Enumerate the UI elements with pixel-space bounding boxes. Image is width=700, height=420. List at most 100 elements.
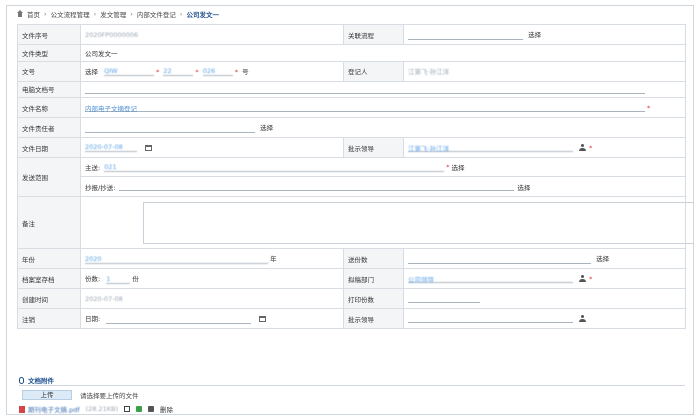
scope-cc-label: 抄报/抄送: <box>85 183 116 192</box>
wen-hao-select-link[interactable]: 选择 <box>85 68 98 76</box>
scope-cell: 主送: 021 * 选择 抄报/抄送: 选择 <box>80 157 686 197</box>
approver-cell: 江第飞·孙江洋 * <box>403 137 686 158</box>
created-cell: 2020-07-08 <box>80 288 344 309</box>
breadcrumb-item[interactable]: 内部文件登记 <box>137 9 176 19</box>
attachments-header: 文档附件 <box>19 376 685 386</box>
scope-cc-input[interactable] <box>119 182 515 191</box>
related-flow-select-link[interactable]: 选择 <box>528 31 541 39</box>
wen-hao-suffix: 号 <box>242 67 249 76</box>
upload-hint: 请选择要上传的文件 <box>80 391 139 400</box>
doc-no-value: 2020FP0000006 <box>85 30 139 39</box>
remark-cell <box>80 196 693 249</box>
pdf-file-icon <box>19 405 25 413</box>
year-input[interactable]: 2020 <box>85 255 268 264</box>
preview-icon[interactable] <box>124 406 131 412</box>
doc-date-cell: 2020-07-08 <box>80 137 344 158</box>
label-wen-hao: 文号 <box>17 60 81 82</box>
reply-dept-cell: 公司领导 * <box>403 268 686 289</box>
row-archive: 档案室存档 份数: 1 份 拟稿部门 公司领导 * <box>17 268 686 289</box>
remark-textarea[interactable] <box>143 201 693 244</box>
row-cancel: 注销 日期: 批示领导 <box>17 308 686 329</box>
registrar-value: 江第飞·孙江洋 <box>408 68 450 76</box>
attachment-file-size: (28.21KB) <box>85 405 119 413</box>
scope-main-select-link[interactable]: 选择 <box>451 162 464 172</box>
doc-title-cell: 内部电子文摘登记 * <box>80 97 686 118</box>
label-doc-no: 文件序号 <box>17 24 81 45</box>
label-responsible: 文件责任者 <box>17 117 81 138</box>
registrar-cell: 江第飞·孙江洋 <box>403 60 686 82</box>
row-created: 创建时间 2020-07-08 打印份数 <box>17 288 686 309</box>
year-unit: 年 <box>270 255 277 264</box>
doc-date-input[interactable]: 2020-07-08 <box>85 143 137 152</box>
responsible-select-link[interactable]: 选择 <box>260 124 273 132</box>
approver-input[interactable]: 江第飞·孙江洋 <box>408 143 573 153</box>
responsible-cell: 选择 <box>80 117 686 138</box>
scope-cc-row: 抄报/抄送: 选择 <box>81 177 685 196</box>
copies-cell: 选择 <box>403 248 686 269</box>
breadcrumb-home[interactable]: 首页 <box>27 9 40 19</box>
print-copies-input[interactable] <box>408 294 480 303</box>
label-copies: 送份数 <box>343 248 404 269</box>
breadcrumb-item[interactable]: 公文流程管理 <box>51 9 90 19</box>
breadcrumb-separator: › <box>93 10 97 18</box>
archive-copies-input[interactable]: 1 <box>106 275 131 284</box>
required-mark: * <box>647 103 651 112</box>
row-e-doc-no: 电脑文档号 <box>17 80 686 98</box>
reply-dept-input[interactable]: 公司领导 <box>408 274 573 284</box>
scope-main-label: 主送: <box>85 164 101 172</box>
breadcrumb-separator: › <box>179 10 183 18</box>
breadcrumb: 首页 › 公文流程管理 › 发文管理 › 内部文件登记 › 公司发文一 <box>7 6 693 22</box>
main-frame: 首页 › 公文流程管理 › 发文管理 › 内部文件登记 › 公司发文一 文件序号… <box>6 5 694 415</box>
calendar-icon[interactable] <box>145 144 153 151</box>
cancel-cell: 日期: <box>80 308 344 329</box>
label-remark: 备注 <box>17 196 81 249</box>
attachments-section: 文档附件 上传 请选择要上传的文件 期刊电子文摘.pdf (28.21KB) 删… <box>19 376 685 414</box>
cancel-date-input[interactable] <box>106 315 252 324</box>
wen-hao-cell: 选择 QIW * 22 * 026 * 号 <box>80 60 344 82</box>
wen-hao-input-2[interactable]: 22 <box>163 67 194 77</box>
label-scope: 发送范围 <box>17 157 81 197</box>
print-copies-cell <box>403 288 686 309</box>
user-picker-icon[interactable] <box>579 144 587 151</box>
breadcrumb-separator: › <box>130 10 133 18</box>
archive-copies-label: 份数: <box>85 275 101 284</box>
responsible-input[interactable] <box>85 124 255 133</box>
approver2-cell <box>403 308 686 329</box>
required-mark: * <box>156 67 160 76</box>
approver2-input[interactable] <box>408 314 573 323</box>
label-reply-dept: 拟稿部门 <box>343 268 404 289</box>
copies-select-link[interactable]: 选择 <box>596 255 609 263</box>
related-flow-cell: 选择 <box>403 24 686 45</box>
wen-hao-input-1[interactable]: QIW <box>104 67 155 77</box>
user-picker-icon[interactable] <box>579 275 587 282</box>
required-mark: * <box>195 67 199 76</box>
e-doc-no-input[interactable] <box>85 85 645 94</box>
document-form: 文件序号 2020FP0000006 关联流程 选择 文件类型 公司发文一 文号… <box>17 24 693 329</box>
archive-copies-unit: 份 <box>132 275 139 284</box>
breadcrumb-current: 公司发文一 <box>186 11 219 19</box>
required-mark: * <box>234 67 238 76</box>
related-flow-input[interactable] <box>408 31 523 40</box>
attachment-file-name[interactable]: 期刊电子文摘.pdf <box>28 404 80 414</box>
scope-cc-select-link[interactable]: 选择 <box>517 182 530 192</box>
cancel-date-label: 日期: <box>85 315 101 324</box>
user-picker-icon[interactable] <box>579 315 587 322</box>
attachments-title: 文档附件 <box>28 377 54 385</box>
scope-main-input[interactable]: 021 <box>104 163 445 172</box>
breadcrumb-item[interactable]: 发文管理 <box>100 9 126 19</box>
label-cancel: 注销 <box>17 308 81 329</box>
label-related-flow: 关联流程 <box>343 24 404 45</box>
upload-button[interactable]: 上传 <box>22 389 72 400</box>
doc-title-input[interactable]: 内部电子文摘登记 <box>85 103 645 113</box>
delete-link[interactable]: 删除 <box>160 404 173 414</box>
download-icon[interactable] <box>136 406 143 412</box>
wen-hao-input-3[interactable]: 026 <box>202 67 233 77</box>
label-approver: 批示领导 <box>343 137 404 158</box>
copies-input[interactable] <box>408 255 591 264</box>
year-cell: 2020 年 <box>80 248 344 269</box>
label-archive: 档案室存档 <box>17 268 81 289</box>
e-doc-no-cell <box>80 80 686 98</box>
calendar-icon[interactable] <box>259 316 267 323</box>
row-doc-date: 文件日期 2020-07-08 批示领导 江第飞·孙江洋 * <box>17 137 686 158</box>
print-icon[interactable] <box>148 406 155 412</box>
